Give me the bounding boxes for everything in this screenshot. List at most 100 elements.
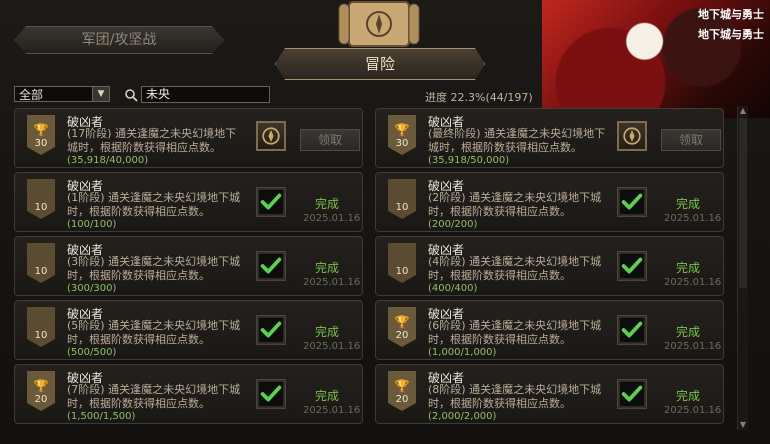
- badge-points: 10: [395, 266, 409, 277]
- completion-date: 2025.01.16: [303, 277, 361, 288]
- achievement-progress: (2,000/2,000): [428, 411, 497, 422]
- achievement-card: 🏆 20 破凶者 (6阶段) 通关逢魔之未央幻境地下城时，根据阶数获得相应点数。 (1,…: [375, 300, 724, 360]
- completion-status: 完成: [315, 389, 340, 403]
- scroll-up-icon[interactable]: ▲: [739, 106, 747, 116]
- achievement-description: (1阶段) 通关逢魔之未央幻境地下城时，根据阶数获得相应点数。: [67, 191, 241, 218]
- trophy-icon: 🏆: [394, 315, 410, 329]
- badge-points: 10: [34, 266, 48, 277]
- checkmark-icon: [617, 187, 647, 217]
- checkmark-icon: [617, 251, 647, 281]
- badge-points: 10: [395, 202, 409, 213]
- completion-date: 2025.01.16: [664, 213, 722, 224]
- achievement-description: (7阶段) 通关逢魔之未央幻境地下城时，根据阶数获得相应点数。: [67, 383, 241, 410]
- completion-date: 2025.01.16: [664, 277, 722, 288]
- reward-point-badge: 🏆 30: [27, 115, 55, 155]
- achievement-progress: (200/200): [428, 219, 478, 230]
- achievement-progress: (100/100): [67, 219, 117, 230]
- category-select[interactable]: 全部 ▼: [14, 86, 110, 102]
- achievement-list: 🏆 30 破凶者 (17阶段) 通关逢魔之未央幻境地下城时，根据阶数获得相应点数。 (3…: [14, 108, 734, 444]
- badge-points: 20: [395, 394, 409, 405]
- reward-point-badge: 🏆 30: [388, 115, 416, 155]
- achievement-progress: (35,918/50,000): [428, 155, 510, 166]
- achievement-description: (2阶段) 通关逢魔之未央幻境地下城时，根据阶数获得相应点数。: [428, 191, 602, 218]
- badge-points: 20: [34, 394, 48, 405]
- category-select-value: 全部: [19, 88, 44, 102]
- reward-point-badge: 🏆 20: [27, 371, 55, 411]
- achievement-card: 10 破凶者 (1阶段) 通关逢魔之未央幻境地下城时，根据阶数获得相应点数。 (100…: [14, 172, 363, 232]
- achievement-progress: (300/300): [67, 283, 117, 294]
- trophy-icon: 🏆: [394, 123, 410, 137]
- achievement-card: 10 破凶者 (5阶段) 通关逢魔之未央幻境地下城时，根据阶数获得相应点数。 (500…: [14, 300, 363, 360]
- reward-point-badge: 🏆 20: [388, 307, 416, 347]
- completion-date: 2025.01.16: [303, 405, 361, 416]
- achievement-card: 10 破凶者 (2阶段) 通关逢魔之未央幻境地下城时，根据阶数获得相应点数。 (200…: [375, 172, 724, 232]
- completion-status: 完成: [315, 261, 340, 275]
- badge-points: 20: [395, 330, 409, 341]
- completion-date: 2025.01.16: [664, 341, 722, 352]
- checkmark-icon: [256, 379, 286, 409]
- achievement-card: 🏆 20 破凶者 (7阶段) 通关逢魔之未央幻境地下城时，根据阶数获得相应点数。 (1,…: [14, 364, 363, 424]
- game-logo-secondary: 地下城与勇士: [698, 28, 764, 41]
- trophy-icon: 🏆: [394, 379, 410, 393]
- search-input[interactable]: 未央: [141, 86, 270, 103]
- badge-points: 10: [34, 202, 48, 213]
- checkmark-icon: [617, 315, 647, 345]
- reward-point-badge: 10: [27, 179, 55, 219]
- claim-button[interactable]: 领取: [300, 129, 360, 151]
- progress-summary: 进度 22.3%(44/197): [425, 91, 533, 104]
- trophy-icon: 🏆: [33, 379, 49, 393]
- achievement-description: (3阶段) 通关逢魔之未央幻境地下城时，根据阶数获得相应点数。: [67, 255, 241, 282]
- completion-date: 2025.01.16: [664, 405, 722, 416]
- achievement-description: (8阶段) 通关逢魔之未央幻境地下城时，根据阶数获得相应点数。: [428, 383, 602, 410]
- badge-points: 10: [34, 330, 48, 341]
- reward-point-badge: 10: [27, 307, 55, 347]
- checkmark-icon: [256, 251, 286, 281]
- tab-guild-siege[interactable]: 军团/攻坚战: [14, 26, 224, 54]
- achievement-card: 🏆 30 破凶者 (最终阶段) 通关逢魔之未央幻境地下城时，根据阶数获得相应点数。 (3…: [375, 108, 724, 168]
- achievement-description: (最终阶段) 通关逢魔之未央幻境地下城时，根据阶数获得相应点数。: [428, 127, 606, 154]
- reward-icon: [256, 121, 286, 151]
- reward-point-badge: 10: [388, 243, 416, 283]
- completion-status: 完成: [676, 325, 701, 339]
- scroll-down-icon[interactable]: ▼: [739, 420, 747, 430]
- completion-status: 完成: [676, 197, 701, 211]
- reward-point-badge: 10: [27, 243, 55, 283]
- promo-banner[interactable]: 地下城与勇士 地下城与勇士: [542, 0, 770, 118]
- achievement-progress: (400/400): [428, 283, 478, 294]
- achievement-card: 10 破凶者 (3阶段) 通关逢魔之未央幻境地下城时，根据阶数获得相应点数。 (300…: [14, 236, 363, 296]
- tab-adventure[interactable]: 冒险: [275, 48, 485, 80]
- checkmark-icon: [617, 379, 647, 409]
- completion-date: 2025.01.16: [303, 341, 361, 352]
- achievement-description: (5阶段) 通关逢魔之未央幻境地下城时，根据阶数获得相应点数。: [67, 319, 241, 346]
- achievement-progress: (500/500): [67, 347, 117, 358]
- badge-points: 30: [34, 138, 48, 149]
- game-logo: 地下城与勇士: [698, 8, 764, 21]
- search-icon: [125, 89, 138, 102]
- completion-status: 完成: [676, 261, 701, 275]
- achievement-description: (4阶段) 通关逢魔之未央幻境地下城时，根据阶数获得相应点数。: [428, 255, 602, 282]
- scroll-emblem-icon: [338, 1, 420, 47]
- scrollbar[interactable]: ▲ ▼: [737, 106, 748, 430]
- completion-date: 2025.01.16: [303, 213, 361, 224]
- achievement-progress: (35,918/40,000): [67, 155, 149, 166]
- achievement-card: 10 破凶者 (4阶段) 通关逢魔之未央幻境地下城时，根据阶数获得相应点数。 (400…: [375, 236, 724, 296]
- achievement-description: (17阶段) 通关逢魔之未央幻境地下城时，根据阶数获得相应点数。: [67, 127, 237, 154]
- achievement-progress: (1,000/1,000): [428, 347, 497, 358]
- completion-status: 完成: [315, 325, 340, 339]
- claim-button[interactable]: 领取: [661, 129, 721, 151]
- badge-points: 30: [395, 138, 409, 149]
- reward-icon: [617, 121, 647, 151]
- chevron-down-icon[interactable]: ▼: [92, 87, 109, 101]
- trophy-icon: 🏆: [33, 123, 49, 137]
- achievement-description: (6阶段) 通关逢魔之未央幻境地下城时，根据阶数获得相应点数。: [428, 319, 602, 346]
- achievement-window: 军团/攻坚战 冒险 全部 ▼ 未央 进度 22.3%(44/197) 地下城与勇…: [0, 0, 770, 444]
- achievement-progress: (1,500/1,500): [67, 411, 136, 422]
- checkmark-icon: [256, 315, 286, 345]
- scroll-thumb[interactable]: [739, 118, 747, 288]
- achievement-card: 🏆 30 破凶者 (17阶段) 通关逢魔之未央幻境地下城时，根据阶数获得相应点数。 (3…: [14, 108, 363, 168]
- completion-status: 完成: [315, 197, 340, 211]
- checkmark-icon: [256, 187, 286, 217]
- achievement-card: 🏆 20 破凶者 (8阶段) 通关逢魔之未央幻境地下城时，根据阶数获得相应点数。 (2,…: [375, 364, 724, 424]
- reward-point-badge: 10: [388, 179, 416, 219]
- completion-status: 完成: [676, 389, 701, 403]
